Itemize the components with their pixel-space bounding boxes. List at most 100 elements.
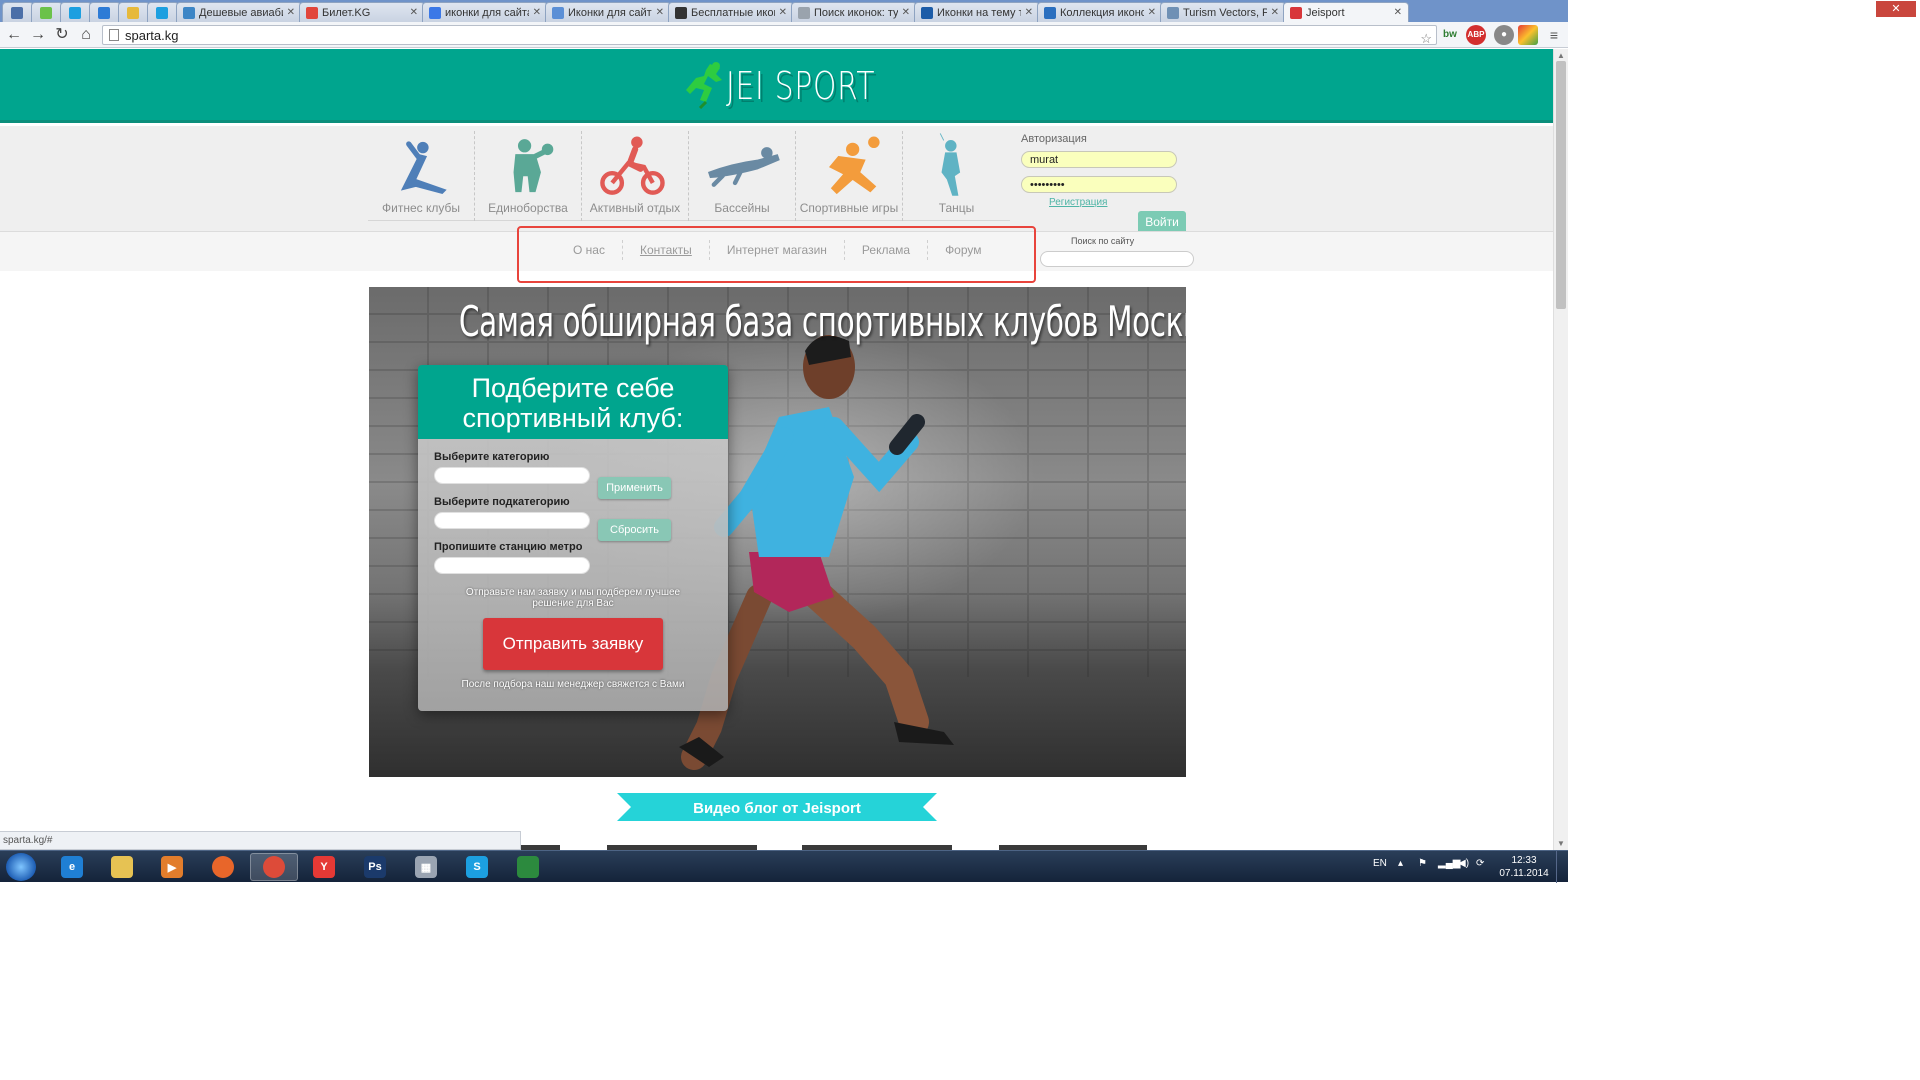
category-label: Выберите категорию bbox=[434, 451, 550, 463]
yoga-figure-icon bbox=[400, 141, 447, 195]
menu-item[interactable]: Контакты bbox=[623, 240, 710, 260]
close-tab-icon[interactable]: ✕ bbox=[1148, 7, 1156, 18]
login-button[interactable]: Войти bbox=[1138, 211, 1186, 233]
category-label: Единоборства bbox=[488, 201, 568, 215]
site-search-input[interactable] bbox=[1040, 251, 1194, 267]
taskbar-app[interactable]: Ps bbox=[351, 853, 399, 881]
bw-extension-icon[interactable]: bw bbox=[1440, 25, 1460, 45]
language-indicator[interactable]: EN bbox=[1373, 858, 1387, 869]
browser-tab[interactable]: Бесплатные икон ✕ bbox=[668, 2, 794, 22]
volume-icon[interactable]: ◀) bbox=[1458, 858, 1469, 869]
taskbar-app[interactable]: ▶ bbox=[148, 853, 196, 881]
category-select[interactable] bbox=[434, 467, 590, 484]
metro-input[interactable] bbox=[434, 557, 590, 574]
browser-tab[interactable] bbox=[31, 2, 63, 22]
maximize-button[interactable]: ▫ bbox=[1848, 1, 1874, 17]
subcategory-select[interactable] bbox=[434, 512, 590, 529]
form-title-line1: Подберите себе bbox=[471, 373, 675, 403]
back-icon[interactable]: ← bbox=[2, 23, 26, 47]
flag-icon[interactable]: ⚑ bbox=[1418, 858, 1427, 869]
tab-title: Коллекция иконо bbox=[1060, 6, 1144, 19]
menu-item[interactable]: Интернет магазин bbox=[710, 240, 845, 260]
page-icon bbox=[798, 6, 810, 19]
category-item[interactable]: Спортивные игры bbox=[796, 131, 903, 221]
browser-tab[interactable] bbox=[118, 2, 150, 22]
register-link[interactable]: Регистрация bbox=[1049, 197, 1107, 208]
scrollbar-thumb[interactable] bbox=[1556, 61, 1566, 309]
menu-item[interactable]: Реклама bbox=[845, 240, 929, 260]
firefox-icon bbox=[212, 856, 234, 878]
category-item[interactable]: Бассейны bbox=[689, 131, 796, 221]
taskbar-app[interactable] bbox=[98, 853, 146, 881]
menu-item[interactable]: Форум bbox=[928, 240, 998, 260]
tab-title: Иконки для сайта bbox=[568, 6, 652, 19]
scroll-up-icon[interactable]: ▲ bbox=[1557, 51, 1565, 60]
taskbar-app[interactable] bbox=[250, 853, 298, 881]
close-window-button[interactable]: ✕ bbox=[1876, 1, 1916, 17]
close-tab-icon[interactable]: ✕ bbox=[779, 7, 787, 18]
browser-tab[interactable]: Билет.KG ✕ bbox=[299, 2, 425, 22]
dancer-figure-icon bbox=[939, 133, 961, 196]
forward-icon[interactable]: → bbox=[26, 23, 50, 47]
taskbar-app[interactable]: S bbox=[453, 853, 501, 881]
browser-tab[interactable] bbox=[2, 2, 34, 22]
browser-tab[interactable]: Turism Vectors, Ph ✕ bbox=[1160, 2, 1286, 22]
tray-arrow-icon[interactable]: ▴ bbox=[1398, 858, 1403, 869]
browser-tab[interactable]: Поиск иконок: ту ✕ bbox=[791, 2, 917, 22]
close-tab-icon[interactable]: ✕ bbox=[533, 7, 541, 18]
browser-tab[interactable] bbox=[89, 2, 121, 22]
category-item[interactable]: Единоборства bbox=[475, 131, 582, 221]
taskbar-app[interactable] bbox=[504, 853, 552, 881]
adblock-icon[interactable]: ABP bbox=[1466, 25, 1486, 45]
close-tab-icon[interactable]: ✕ bbox=[1271, 7, 1279, 18]
skype-icon bbox=[156, 6, 168, 19]
password-input[interactable] bbox=[1021, 176, 1177, 193]
category-item[interactable]: Активный отдых bbox=[582, 131, 689, 221]
show-desktop-button[interactable] bbox=[1556, 851, 1568, 883]
address-bar[interactable]: sparta.kg ☆ bbox=[102, 25, 1437, 47]
slash-icon bbox=[1044, 6, 1056, 19]
browser-tab[interactable]: Иконки на тему т ✕ bbox=[914, 2, 1040, 22]
taskbar-app[interactable]: e bbox=[48, 853, 96, 881]
apply-button[interactable]: Применить bbox=[598, 477, 671, 499]
color-extension-icon[interactable] bbox=[1518, 25, 1538, 45]
taskbar-app[interactable] bbox=[199, 853, 247, 881]
taskbar-app[interactable]: Y bbox=[300, 853, 348, 881]
system-clock[interactable]: 12:33 07.11.2014 bbox=[1498, 854, 1550, 880]
browser-tab[interactable]: иконки для сайта ✕ bbox=[422, 2, 548, 22]
menu-icon[interactable]: ≡ bbox=[1544, 25, 1564, 45]
category-item[interactable]: Танцы bbox=[903, 131, 1010, 221]
category-item[interactable]: Фитнес клубы bbox=[368, 131, 475, 221]
start-button[interactable] bbox=[6, 853, 36, 881]
browser-toolbar: ← → ↻ ⌂ sparta.kg ☆ bw ABP ● ≡ bbox=[0, 22, 1568, 48]
page-scrollbar[interactable]: ▲ ▼ bbox=[1553, 49, 1568, 850]
extension-gear-icon[interactable]: ● bbox=[1494, 25, 1514, 45]
reset-button[interactable]: Сбросить bbox=[598, 519, 671, 541]
send-request-button[interactable]: Отправить заявку bbox=[483, 618, 663, 670]
login-input[interactable] bbox=[1021, 151, 1177, 168]
home-icon[interactable]: ⌂ bbox=[74, 23, 98, 47]
browser-tab[interactable] bbox=[60, 2, 92, 22]
close-tab-icon[interactable]: ✕ bbox=[1025, 7, 1033, 18]
tab-title: иконки для сайта bbox=[445, 6, 529, 19]
bookmark-star-icon[interactable]: ☆ bbox=[1420, 31, 1432, 47]
close-tab-icon[interactable]: ✕ bbox=[1394, 7, 1402, 18]
minimize-button[interactable]: – bbox=[1820, 1, 1846, 17]
green-app-icon bbox=[40, 6, 52, 19]
browser-tab[interactable]: Коллекция иконо ✕ bbox=[1037, 2, 1163, 22]
site-logo[interactable]: JEI SPORT bbox=[686, 59, 917, 113]
taskbar-app[interactable]: ▦ bbox=[402, 853, 450, 881]
menu-item[interactable]: О нас bbox=[556, 240, 623, 260]
close-tab-icon[interactable]: ✕ bbox=[410, 7, 418, 18]
close-tab-icon[interactable]: ✕ bbox=[656, 7, 664, 18]
scroll-down-icon[interactable]: ▼ bbox=[1557, 839, 1565, 848]
manager-note: После подбора наш менеджер свяжется с Ва… bbox=[461, 679, 685, 690]
browser-tab[interactable]: Иконки для сайта ✕ bbox=[545, 2, 671, 22]
close-tab-icon[interactable]: ✕ bbox=[287, 7, 295, 18]
browser-tab[interactable]: Дешевые авиаби ✕ bbox=[176, 2, 302, 22]
browser-tab[interactable] bbox=[147, 2, 179, 22]
close-tab-icon[interactable]: ✕ bbox=[902, 7, 910, 18]
reload-icon[interactable]: ↻ bbox=[50, 23, 74, 47]
browser-tab[interactable]: Jeisport ✕ bbox=[1283, 2, 1409, 22]
sync-icon[interactable]: ⟳ bbox=[1476, 858, 1484, 869]
